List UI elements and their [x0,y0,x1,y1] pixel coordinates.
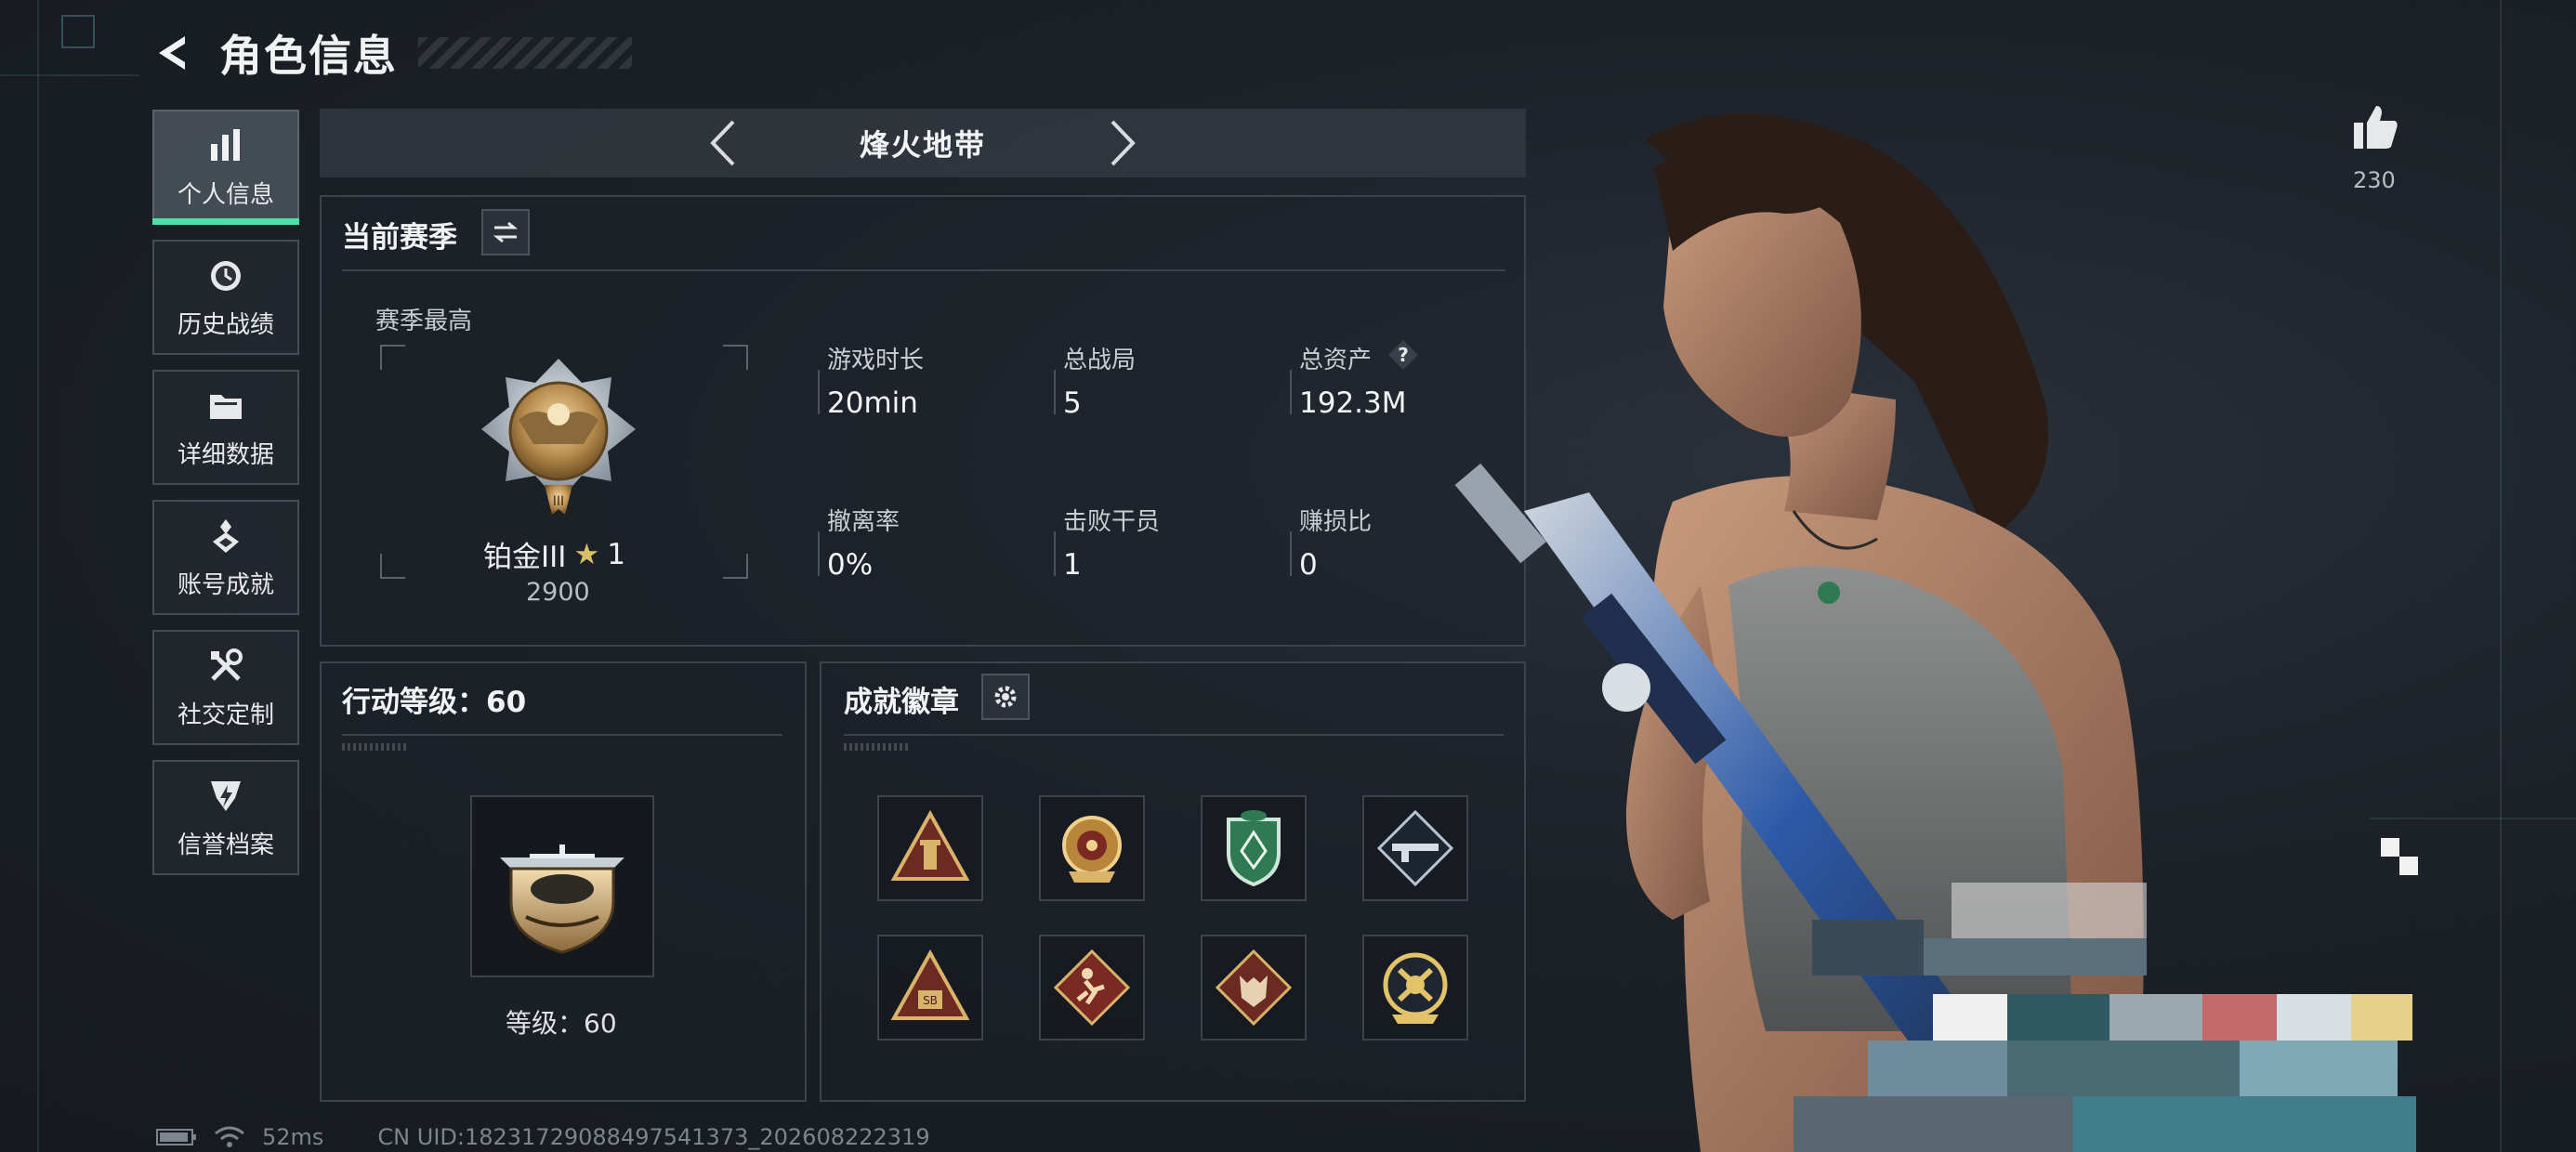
like-count: 230 [2353,167,2396,193]
censored-area [1794,845,2416,1152]
helicopter-level-emblem-icon [500,844,624,954]
stat-label: 游戏时长 [827,347,925,374]
rank-name: 铂金III [483,541,567,574]
folder-icon [205,386,246,426]
triangle-tower-badge-icon [890,809,970,881]
gear-icon [994,686,1017,708]
ping-value: 52ms [262,1124,324,1150]
sidebar-item-label: 账号成就 [177,570,274,599]
rank-display: 铂金III ★ 1 [483,533,625,575]
stat-value: 192.3M [1299,386,1407,420]
platinum-rank-medal-icon: III [472,355,645,526]
title-underline [342,743,409,751]
season-best-label: 赛季最高 [375,308,473,335]
bar-chart-icon [205,125,246,166]
sidebar-item-detailed-data[interactable]: 详细数据 [152,370,299,485]
achievement-badge[interactable]: SB [877,935,983,1041]
divider [342,734,782,736]
runner-diamond-badge-icon [1053,949,1131,1027]
user-uid: CN UID:18231729088497541373_202608222319 [377,1124,930,1150]
stat-label: 赚损比 [1299,508,1373,536]
level-title: 行动等级：60 [342,686,527,719]
rank-score: 2900 [526,578,590,607]
wolf-diamond-badge-icon [1215,949,1293,1027]
stat-value: 0 [1299,548,1318,582]
divider [818,531,820,576]
tools-icon [205,646,246,687]
achievement-badge[interactable] [1039,935,1145,1041]
stat-value: 20min [827,386,918,420]
achievement-badge[interactable] [1201,795,1307,901]
sidebar-item-label: 详细数据 [177,440,274,469]
swap-arrows-icon [493,221,519,243]
season-title: 当前赛季 [342,221,457,255]
sidebar-item-reputation[interactable]: 信誉档案 [152,760,299,875]
title-underline [844,743,911,751]
history-clock-icon [205,255,246,296]
sidebar-item-label: 历史战绩 [177,310,274,339]
divider [1290,370,1292,414]
stat-label: 击败干员 [1063,508,1161,536]
sidebar-item-achievements[interactable]: 账号成就 [152,500,299,615]
sidebar-item-label: 社交定制 [177,700,274,729]
star-icon: ★ [573,537,600,571]
wifi-icon [215,1126,244,1147]
like-button[interactable] [2346,98,2404,156]
achievement-badge[interactable] [1039,795,1145,901]
achievements-title: 成就徽章 [844,686,959,719]
level-caption: 等级：60 [506,1008,617,1039]
stat-label: 总资产 [1299,347,1373,374]
stat-value: 1 [1063,548,1082,582]
golden-wreath-badge-icon [1062,816,1122,883]
divider [1054,370,1056,414]
stat-label: 撤离率 [827,508,900,536]
stat-value: 0% [827,548,874,582]
page-title: 角色信息 [219,31,398,81]
sidebar-item-label: 信誉档案 [177,831,274,859]
achievement-badge[interactable] [877,795,983,901]
divider [342,269,1505,271]
thumbs-up-icon [2354,106,2398,149]
stat-label: 总战局 [1063,347,1137,374]
sidebar-item-social[interactable]: 社交定制 [152,630,299,745]
sidebar: 个人信息 历史战绩 详细数据 账号成就 社交定制 信誉档案 [152,110,299,890]
reputation-shield-icon [205,776,246,817]
pixel-block-decoration [2381,838,2418,875]
header: 角色信息 [149,20,632,85]
achievement-settings-button[interactable] [981,674,1030,720]
sidebar-item-personal-info[interactable]: 个人信息 [152,110,299,225]
level-emblem-frame [470,795,654,977]
rank-stars: 1 [607,537,625,571]
svg-text:SB: SB [923,994,938,1007]
mode-title: 烽火地带 [859,127,986,163]
previous-mode-arrow-icon[interactable] [699,118,749,168]
next-mode-arrow-icon[interactable] [1097,118,1147,168]
svg-text:III: III [553,494,564,509]
divider [1290,531,1292,576]
green-shield-badge-icon [1227,810,1281,887]
battery-icon [156,1129,196,1145]
status-footer: 52ms CN UID:18231729088497541373_2026082… [156,1120,930,1152]
triangle-sb-badge-icon: SB [890,949,970,1020]
divider [1054,531,1056,576]
achievement-badge[interactable] [1201,935,1307,1041]
title-decoration [418,37,632,69]
divider [818,370,820,414]
stat-value: 5 [1063,386,1082,420]
mode-selector: 烽火地带 [320,109,1526,177]
back-arrow-icon[interactable] [149,28,199,78]
sidebar-item-history[interactable]: 历史战绩 [152,240,299,355]
sidebar-item-label: 个人信息 [177,180,274,209]
switch-season-button[interactable] [481,209,530,255]
achievement-medal-icon [205,516,246,556]
